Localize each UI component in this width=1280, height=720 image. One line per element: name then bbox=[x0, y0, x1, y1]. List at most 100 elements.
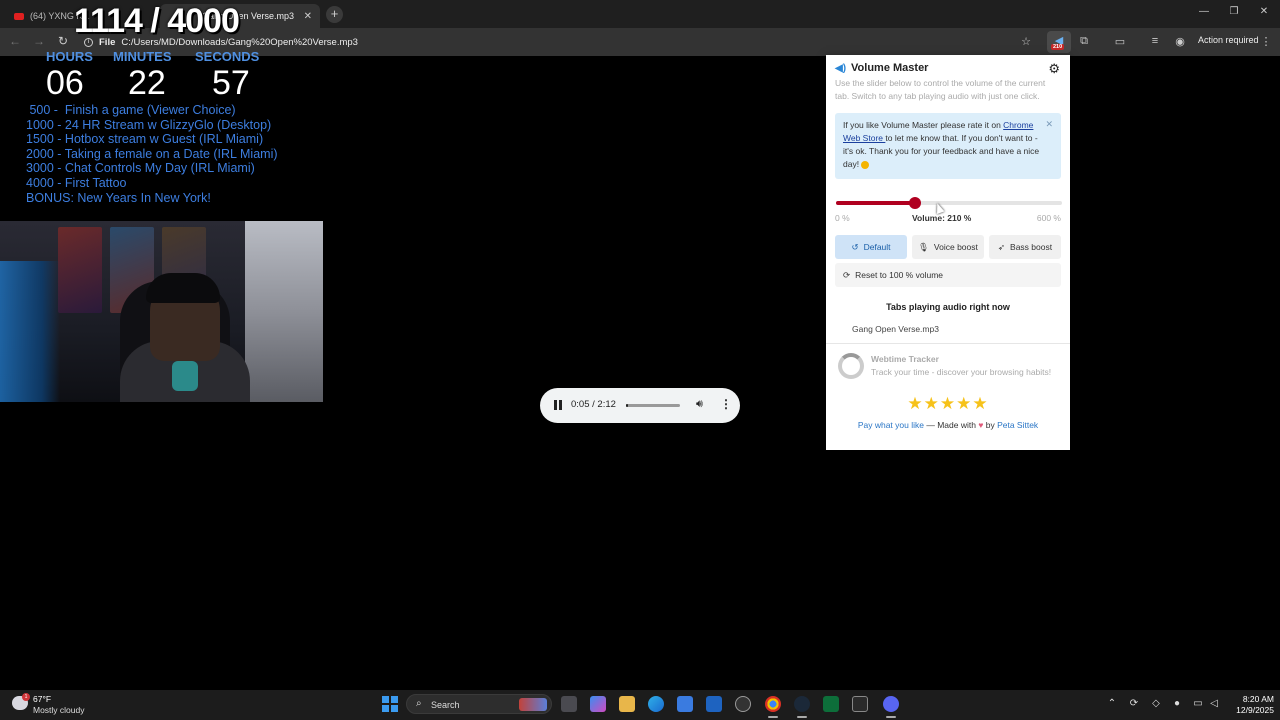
popup-footer: Pay what you like — Made with ♥ by Peta … bbox=[826, 420, 1070, 430]
more-options-icon[interactable]: ⋮ bbox=[720, 397, 732, 411]
forward-icon[interactable]: → bbox=[32, 34, 46, 48]
minutes-label: MINUTES bbox=[113, 49, 172, 64]
minutes-value: 22 bbox=[128, 64, 166, 102]
hours-label: HOURS bbox=[46, 49, 93, 64]
microphone-icon: 🎙︎ bbox=[918, 241, 929, 252]
popup-title: Volume Master bbox=[851, 62, 929, 74]
action-required-button[interactable]: Action required bbox=[1198, 35, 1259, 45]
mode-label: Bass boost bbox=[1010, 242, 1053, 252]
goal-item: 3000 - Chat Controls My Day (IRL Miami) bbox=[26, 161, 255, 176]
app-icon[interactable] bbox=[735, 696, 751, 712]
slider-max-label: 600 % bbox=[1036, 213, 1061, 223]
playing-tab-item[interactable]: Gang Open Verse.mp3 bbox=[852, 324, 939, 334]
youtube-icon bbox=[14, 12, 24, 20]
network-icon[interactable]: ◇ bbox=[1150, 698, 1162, 709]
settings-gear-icon[interactable]: ⚙ bbox=[1048, 61, 1060, 77]
player-seek-bar[interactable] bbox=[626, 404, 680, 407]
audio-player: 0:05 / 2:12 🔊︎ ⋮ bbox=[540, 388, 740, 423]
volume-slider[interactable] bbox=[836, 197, 1062, 209]
default-mode-button[interactable]: ↺ Default bbox=[835, 235, 907, 259]
chrome-icon[interactable] bbox=[765, 696, 781, 718]
file-explorer-icon[interactable] bbox=[619, 696, 635, 712]
speaker-tray-icon[interactable]: ◁ bbox=[1208, 698, 1220, 709]
rocket-icon: ➶ bbox=[997, 241, 1006, 252]
tabs-playing-heading: Tabs playing audio right now bbox=[886, 302, 1010, 312]
smile-emoji-icon bbox=[861, 160, 870, 169]
display-icon[interactable]: ▭ bbox=[1192, 698, 1204, 709]
promo-description: Track your time - discover your browsing… bbox=[871, 367, 1052, 377]
bookmark-star-icon[interactable]: ☆ bbox=[1019, 35, 1033, 48]
bass-boost-button[interactable]: ➶ Bass boost bbox=[989, 235, 1061, 259]
edge-icon[interactable] bbox=[648, 696, 664, 712]
clock-date[interactable]: 12/9/2025 bbox=[1226, 705, 1274, 715]
minimize-button[interactable]: — bbox=[1197, 6, 1211, 17]
sub-goal-counter: 1114 / 4000 bbox=[74, 2, 240, 40]
restore-button[interactable]: ❐ bbox=[1227, 6, 1241, 17]
goal-item: BONUS: New Years In New York! bbox=[26, 190, 211, 205]
screen: (64) YXNG K... Gang Open Verse.mp3 ✕ + —… bbox=[0, 0, 1280, 720]
notice-text: If you like Volume Master please rate it… bbox=[843, 120, 1004, 130]
extensions-puzzle-icon[interactable]: ⧉ bbox=[1077, 35, 1091, 48]
task-view-icon[interactable] bbox=[561, 696, 577, 712]
promo-title[interactable]: Webtime Tracker bbox=[871, 354, 939, 364]
microsoft-store-icon[interactable] bbox=[677, 696, 693, 712]
rating-stars[interactable]: ★★★★★ bbox=[826, 394, 1070, 414]
rating-notice: If you like Volume Master please rate it… bbox=[835, 113, 1061, 179]
goal-item: 1000 - 24 HR Stream w GlizzyGlo (Desktop… bbox=[26, 117, 272, 132]
reload-icon[interactable]: ↻ bbox=[56, 34, 70, 48]
goal-item: 500 - Finish a game (Viewer Choice) bbox=[26, 103, 236, 117]
outlook-icon[interactable] bbox=[706, 696, 722, 712]
pause-icon[interactable] bbox=[554, 400, 562, 410]
steam-icon[interactable] bbox=[794, 696, 810, 718]
search-highlight-icon bbox=[519, 698, 547, 711]
tray-overflow-icon[interactable]: ⌃ bbox=[1106, 698, 1118, 709]
hours-value: 06 bbox=[46, 64, 84, 102]
xbox-icon[interactable] bbox=[823, 696, 839, 712]
streamer-hat bbox=[146, 273, 220, 303]
epic-games-icon[interactable] bbox=[852, 696, 868, 712]
popup-header: ◀) Volume Master bbox=[835, 62, 928, 74]
refresh-icon: ⟳ bbox=[843, 269, 851, 280]
player-time: 0:05 / 2:12 bbox=[571, 399, 616, 410]
divider bbox=[826, 343, 1070, 344]
notice-close-icon[interactable]: ✕ bbox=[1045, 118, 1053, 131]
seconds-value: 57 bbox=[212, 64, 250, 102]
webtime-tracker-icon[interactable] bbox=[838, 353, 864, 379]
voice-boost-button[interactable]: 🎙︎ Voice boost bbox=[912, 235, 984, 259]
copilot-icon[interactable] bbox=[590, 696, 606, 712]
profile-icon[interactable]: ◉ bbox=[1173, 35, 1187, 48]
reset-volume-button[interactable]: ⟳ Reset to 100 % volume bbox=[835, 263, 1061, 287]
microphone bbox=[172, 361, 198, 391]
taskbar-search-box[interactable]: ⌕ Search bbox=[406, 694, 552, 714]
volume-slider-thumb[interactable] bbox=[909, 197, 922, 209]
extension-badge: 210 bbox=[1051, 44, 1065, 50]
pay-what-you-like-link[interactable]: Pay what you like bbox=[858, 420, 924, 430]
tab-close-icon[interactable]: ✕ bbox=[304, 11, 312, 22]
clock-time[interactable]: 8:20 AM bbox=[1226, 694, 1274, 704]
windows-start-icon[interactable] bbox=[382, 696, 398, 712]
speaker-icon: ◀) bbox=[835, 62, 847, 74]
close-window-button[interactable]: ✕ bbox=[1257, 6, 1271, 17]
window-light bbox=[245, 221, 323, 402]
footer-text: by bbox=[983, 420, 998, 430]
wall-poster bbox=[58, 227, 102, 313]
volume-readout: Volume: 210 % bbox=[912, 213, 972, 223]
reset-label: Reset to 100 % volume bbox=[855, 270, 944, 280]
microphone-tray-icon[interactable]: ● bbox=[1171, 698, 1183, 709]
new-tab-button[interactable]: + bbox=[326, 6, 343, 23]
tab-search-icon[interactable]: ▭ bbox=[1113, 35, 1127, 48]
weather-temperature[interactable]: 67°F bbox=[33, 694, 51, 704]
discord-icon[interactable] bbox=[883, 696, 899, 718]
weather-condition[interactable]: Mostly cloudy bbox=[33, 705, 85, 715]
goal-item: 1500 - Hotbox stream w Guest (IRL Miami) bbox=[26, 132, 264, 147]
sync-icon[interactable]: ⟳ bbox=[1128, 698, 1140, 709]
led-light bbox=[0, 261, 60, 402]
volume-icon[interactable]: 🔊︎ bbox=[696, 398, 703, 411]
volume-slider-fill bbox=[836, 201, 916, 205]
browser-menu-icon[interactable]: ⋮ bbox=[1259, 35, 1273, 48]
back-icon[interactable]: ← bbox=[8, 34, 22, 48]
author-link[interactable]: Peta Sittek bbox=[997, 420, 1038, 430]
webcam-feed bbox=[0, 221, 323, 402]
timer-labels: HOURS MINUTES SECONDS bbox=[28, 49, 268, 65]
media-controls-icon[interactable]: ≡ bbox=[1148, 35, 1162, 47]
